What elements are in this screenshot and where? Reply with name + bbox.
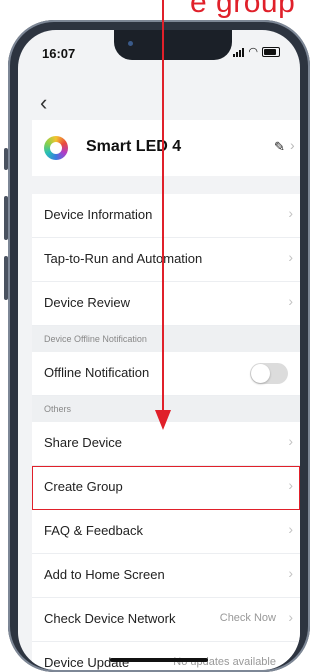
status-time: 16:07 — [42, 46, 76, 61]
chevron-right-icon: › — [288, 609, 293, 625]
row-label: Share Device — [44, 435, 123, 450]
row-label: Add to Home Screen — [44, 567, 165, 582]
row-label: Create Group — [44, 479, 123, 494]
offline-notification-toggle[interactable] — [250, 363, 288, 384]
home-indicator — [110, 658, 208, 662]
device-header[interactable]: Smart LED 4 ✎ › — [32, 120, 300, 176]
chevron-right-icon: › — [288, 565, 293, 581]
status-bar: 16:07 ◠ — [18, 30, 300, 70]
toggle-knob — [251, 364, 270, 383]
row-device-review[interactable]: Device Review › — [32, 282, 300, 326]
chevron-right-icon: › — [288, 293, 293, 309]
chevron-right-icon: › — [290, 137, 295, 153]
row-label: Device Information — [44, 207, 153, 222]
row-check-device-network[interactable]: Check Device Network Check Now › — [32, 598, 300, 642]
chevron-right-icon: › — [288, 521, 293, 537]
side-button — [4, 256, 8, 300]
section-header-offline: Device Offline Notification — [32, 326, 300, 352]
section-header-others: Others — [32, 396, 300, 422]
section-label: Others — [44, 404, 72, 414]
row-tap-to-run[interactable]: Tap-to-Run and Automation › — [32, 238, 300, 282]
chevron-right-icon: › — [288, 433, 293, 449]
screen: 16:07 ◠ ‹ Smart LED 4 ✎ › Device Informa… — [18, 30, 300, 670]
annotation-caption: e group — [190, 0, 296, 19]
row-add-to-home-screen[interactable]: Add to Home Screen › — [32, 554, 300, 598]
side-button — [4, 196, 8, 240]
wifi-icon: ◠ — [248, 46, 258, 58]
chevron-right-icon: › — [288, 653, 293, 669]
phone-frame: 16:07 ◠ ‹ Smart LED 4 ✎ › Device Informa… — [4, 20, 310, 672]
chevron-right-icon: › — [288, 249, 293, 265]
row-share-device[interactable]: Share Device › — [32, 422, 300, 466]
row-create-group[interactable]: Create Group › — [32, 466, 300, 510]
device-name: Smart LED 4 — [86, 138, 182, 155]
section-label: Device Offline Notification — [44, 334, 147, 344]
back-chevron-icon[interactable]: ‹ — [40, 90, 47, 116]
settings-list: Device Information › Tap-to-Run and Auto… — [32, 194, 300, 670]
row-device-information[interactable]: Device Information › — [32, 194, 300, 238]
row-label: Check Device Network — [44, 611, 176, 626]
battery-icon — [262, 47, 280, 57]
chevron-right-icon: › — [288, 477, 293, 493]
system-icons: ◠ — [233, 46, 280, 58]
signal-icon — [233, 48, 245, 57]
row-label: Device Review — [44, 295, 130, 310]
row-offline-notification: Offline Notification — [32, 352, 300, 396]
device-logo-icon — [44, 136, 68, 160]
row-label: FAQ & Feedback — [44, 523, 143, 538]
side-button — [4, 148, 8, 170]
row-label: Offline Notification — [44, 365, 150, 380]
row-faq-feedback[interactable]: FAQ & Feedback › — [32, 510, 300, 554]
row-label: Tap-to-Run and Automation — [44, 251, 203, 266]
edit-pencil-icon[interactable]: ✎ — [274, 139, 285, 155]
notch — [114, 30, 232, 60]
camera-icon — [128, 41, 133, 46]
chevron-right-icon: › — [288, 205, 293, 221]
check-now-link[interactable]: Check Now — [220, 612, 276, 624]
